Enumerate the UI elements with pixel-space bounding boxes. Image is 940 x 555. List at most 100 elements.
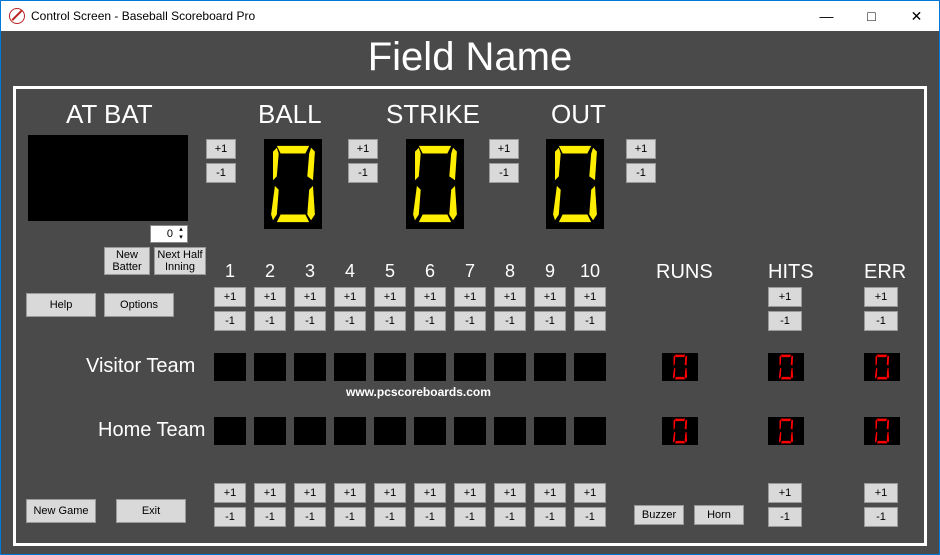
- inning-1-home-pm: +1-1: [214, 483, 246, 531]
- at-bat-label: AT BAT: [66, 99, 153, 130]
- inning-8-visitor-pm: +1-1: [494, 287, 526, 335]
- inning-8-visitor-minus-button[interactable]: -1: [494, 311, 526, 331]
- next-half-inning-button[interactable]: Next Half Inning: [154, 247, 206, 275]
- inning-3-home-plus-button[interactable]: +1: [294, 483, 326, 503]
- inning-2-home-plus-button[interactable]: +1: [254, 483, 286, 503]
- inning-1-visitor-plus-button[interactable]: +1: [214, 287, 246, 307]
- inning-5-home-plus-button[interactable]: +1: [374, 483, 406, 503]
- out-plus-button[interactable]: +1: [489, 139, 519, 159]
- out-pm: +1 -1: [489, 139, 519, 187]
- inning-6-visitor-plus-button[interactable]: +1: [414, 287, 446, 307]
- inning-8-home-minus-button[interactable]: -1: [494, 507, 526, 527]
- buzzer-button[interactable]: Buzzer: [634, 505, 684, 525]
- inning-2-label: 2: [254, 261, 286, 282]
- visitor-err-plus-button[interactable]: +1: [864, 287, 898, 307]
- inning-3-home-minus-button[interactable]: -1: [294, 507, 326, 527]
- inning-10-home-minus-button[interactable]: -1: [574, 507, 606, 527]
- spinner-up-icon[interactable]: ▴: [175, 226, 187, 234]
- home-err-plus-button[interactable]: +1: [864, 483, 898, 503]
- home-inning-7-cell: [454, 417, 486, 445]
- inning-7-home-plus-button[interactable]: +1: [454, 483, 486, 503]
- inning-9-home-plus-button[interactable]: +1: [534, 483, 566, 503]
- inning-9-home-minus-button[interactable]: -1: [534, 507, 566, 527]
- maximize-button[interactable]: □: [849, 1, 894, 31]
- inning-10-label: 10: [574, 261, 606, 282]
- extra-minus-button[interactable]: -1: [626, 163, 656, 183]
- inning-10-home-plus-button[interactable]: +1: [574, 483, 606, 503]
- ball-label: BALL: [258, 99, 322, 130]
- new-batter-button[interactable]: New Batter: [104, 247, 150, 275]
- at-bat-spinner[interactable]: 0 ▴ ▾: [150, 225, 188, 243]
- inning-4-home-plus-button[interactable]: +1: [334, 483, 366, 503]
- visitor-inning-5-cell: [374, 353, 406, 381]
- home-inning-2-cell: [254, 417, 286, 445]
- help-button[interactable]: Help: [26, 293, 96, 317]
- strike-digit: [406, 139, 464, 229]
- home-err-minus-button[interactable]: -1: [864, 507, 898, 527]
- ball-plus-button[interactable]: +1: [206, 139, 236, 159]
- inning-10-home-pm: +1-1: [574, 483, 606, 531]
- out-label: OUT: [551, 99, 606, 130]
- home-err-cell: [864, 417, 900, 445]
- horn-button[interactable]: Horn: [694, 505, 744, 525]
- inning-10-visitor-minus-button[interactable]: -1: [574, 311, 606, 331]
- out-minus-button[interactable]: -1: [489, 163, 519, 183]
- inning-7-visitor-plus-button[interactable]: +1: [454, 287, 486, 307]
- err-bot-pm: +1 -1: [864, 483, 896, 531]
- inning-5-visitor-plus-button[interactable]: +1: [374, 287, 406, 307]
- ball-minus-button[interactable]: -1: [206, 163, 236, 183]
- inning-6-home-minus-button[interactable]: -1: [414, 507, 446, 527]
- home-hits-minus-button[interactable]: -1: [768, 507, 802, 527]
- inning-2-visitor-plus-button[interactable]: +1: [254, 287, 286, 307]
- minimize-button[interactable]: —: [804, 1, 849, 31]
- visitor-inning-1-cell: [214, 353, 246, 381]
- inning-6-home-plus-button[interactable]: +1: [414, 483, 446, 503]
- inning-2-visitor-minus-button[interactable]: -1: [254, 311, 286, 331]
- visitor-inning-9-cell: [534, 353, 566, 381]
- home-inning-10-cell: [574, 417, 606, 445]
- inning-5-home-pm: +1-1: [374, 483, 406, 531]
- home-hits-plus-button[interactable]: +1: [768, 483, 802, 503]
- inning-7-home-minus-button[interactable]: -1: [454, 507, 486, 527]
- inning-1-visitor-minus-button[interactable]: -1: [214, 311, 246, 331]
- inning-10-visitor-plus-button[interactable]: +1: [574, 287, 606, 307]
- inning-9-visitor-minus-button[interactable]: -1: [534, 311, 566, 331]
- close-button[interactable]: ✕: [894, 1, 939, 31]
- home-inning-9-cell: [534, 417, 566, 445]
- new-game-button[interactable]: New Game: [26, 499, 96, 523]
- inning-7-visitor-minus-button[interactable]: -1: [454, 311, 486, 331]
- inning-7-visitor-pm: +1-1: [454, 287, 486, 335]
- strike-plus-button[interactable]: +1: [348, 139, 378, 159]
- inning-5-home-minus-button[interactable]: -1: [374, 507, 406, 527]
- inning-4-label: 4: [334, 261, 366, 282]
- inning-6-visitor-minus-button[interactable]: -1: [414, 311, 446, 331]
- inning-4-visitor-pm: +1-1: [334, 287, 366, 335]
- inning-5-visitor-minus-button[interactable]: -1: [374, 311, 406, 331]
- inning-1-home-plus-button[interactable]: +1: [214, 483, 246, 503]
- inning-1-home-minus-button[interactable]: -1: [214, 507, 246, 527]
- exit-button[interactable]: Exit: [116, 499, 186, 523]
- inning-3-visitor-minus-button[interactable]: -1: [294, 311, 326, 331]
- at-bat-display: [28, 135, 188, 221]
- spinner-down-icon[interactable]: ▾: [175, 234, 187, 242]
- visitor-team-label: Visitor Team: [86, 355, 195, 378]
- inning-9-visitor-plus-button[interactable]: +1: [534, 287, 566, 307]
- inning-3-home-pm: +1-1: [294, 483, 326, 531]
- options-button[interactable]: Options: [104, 293, 174, 317]
- inning-2-home-pm: +1-1: [254, 483, 286, 531]
- inning-4-visitor-plus-button[interactable]: +1: [334, 287, 366, 307]
- visitor-inning-4-cell: [334, 353, 366, 381]
- visitor-hits-plus-button[interactable]: +1: [768, 287, 802, 307]
- inning-6-home-pm: +1-1: [414, 483, 446, 531]
- home-inning-8-cell: [494, 417, 526, 445]
- inning-4-visitor-minus-button[interactable]: -1: [334, 311, 366, 331]
- visitor-hits-minus-button[interactable]: -1: [768, 311, 802, 331]
- inning-8-home-plus-button[interactable]: +1: [494, 483, 526, 503]
- inning-2-home-minus-button[interactable]: -1: [254, 507, 286, 527]
- visitor-err-minus-button[interactable]: -1: [864, 311, 898, 331]
- inning-4-home-minus-button[interactable]: -1: [334, 507, 366, 527]
- inning-3-visitor-plus-button[interactable]: +1: [294, 287, 326, 307]
- strike-minus-button[interactable]: -1: [348, 163, 378, 183]
- extra-plus-button[interactable]: +1: [626, 139, 656, 159]
- inning-8-visitor-plus-button[interactable]: +1: [494, 287, 526, 307]
